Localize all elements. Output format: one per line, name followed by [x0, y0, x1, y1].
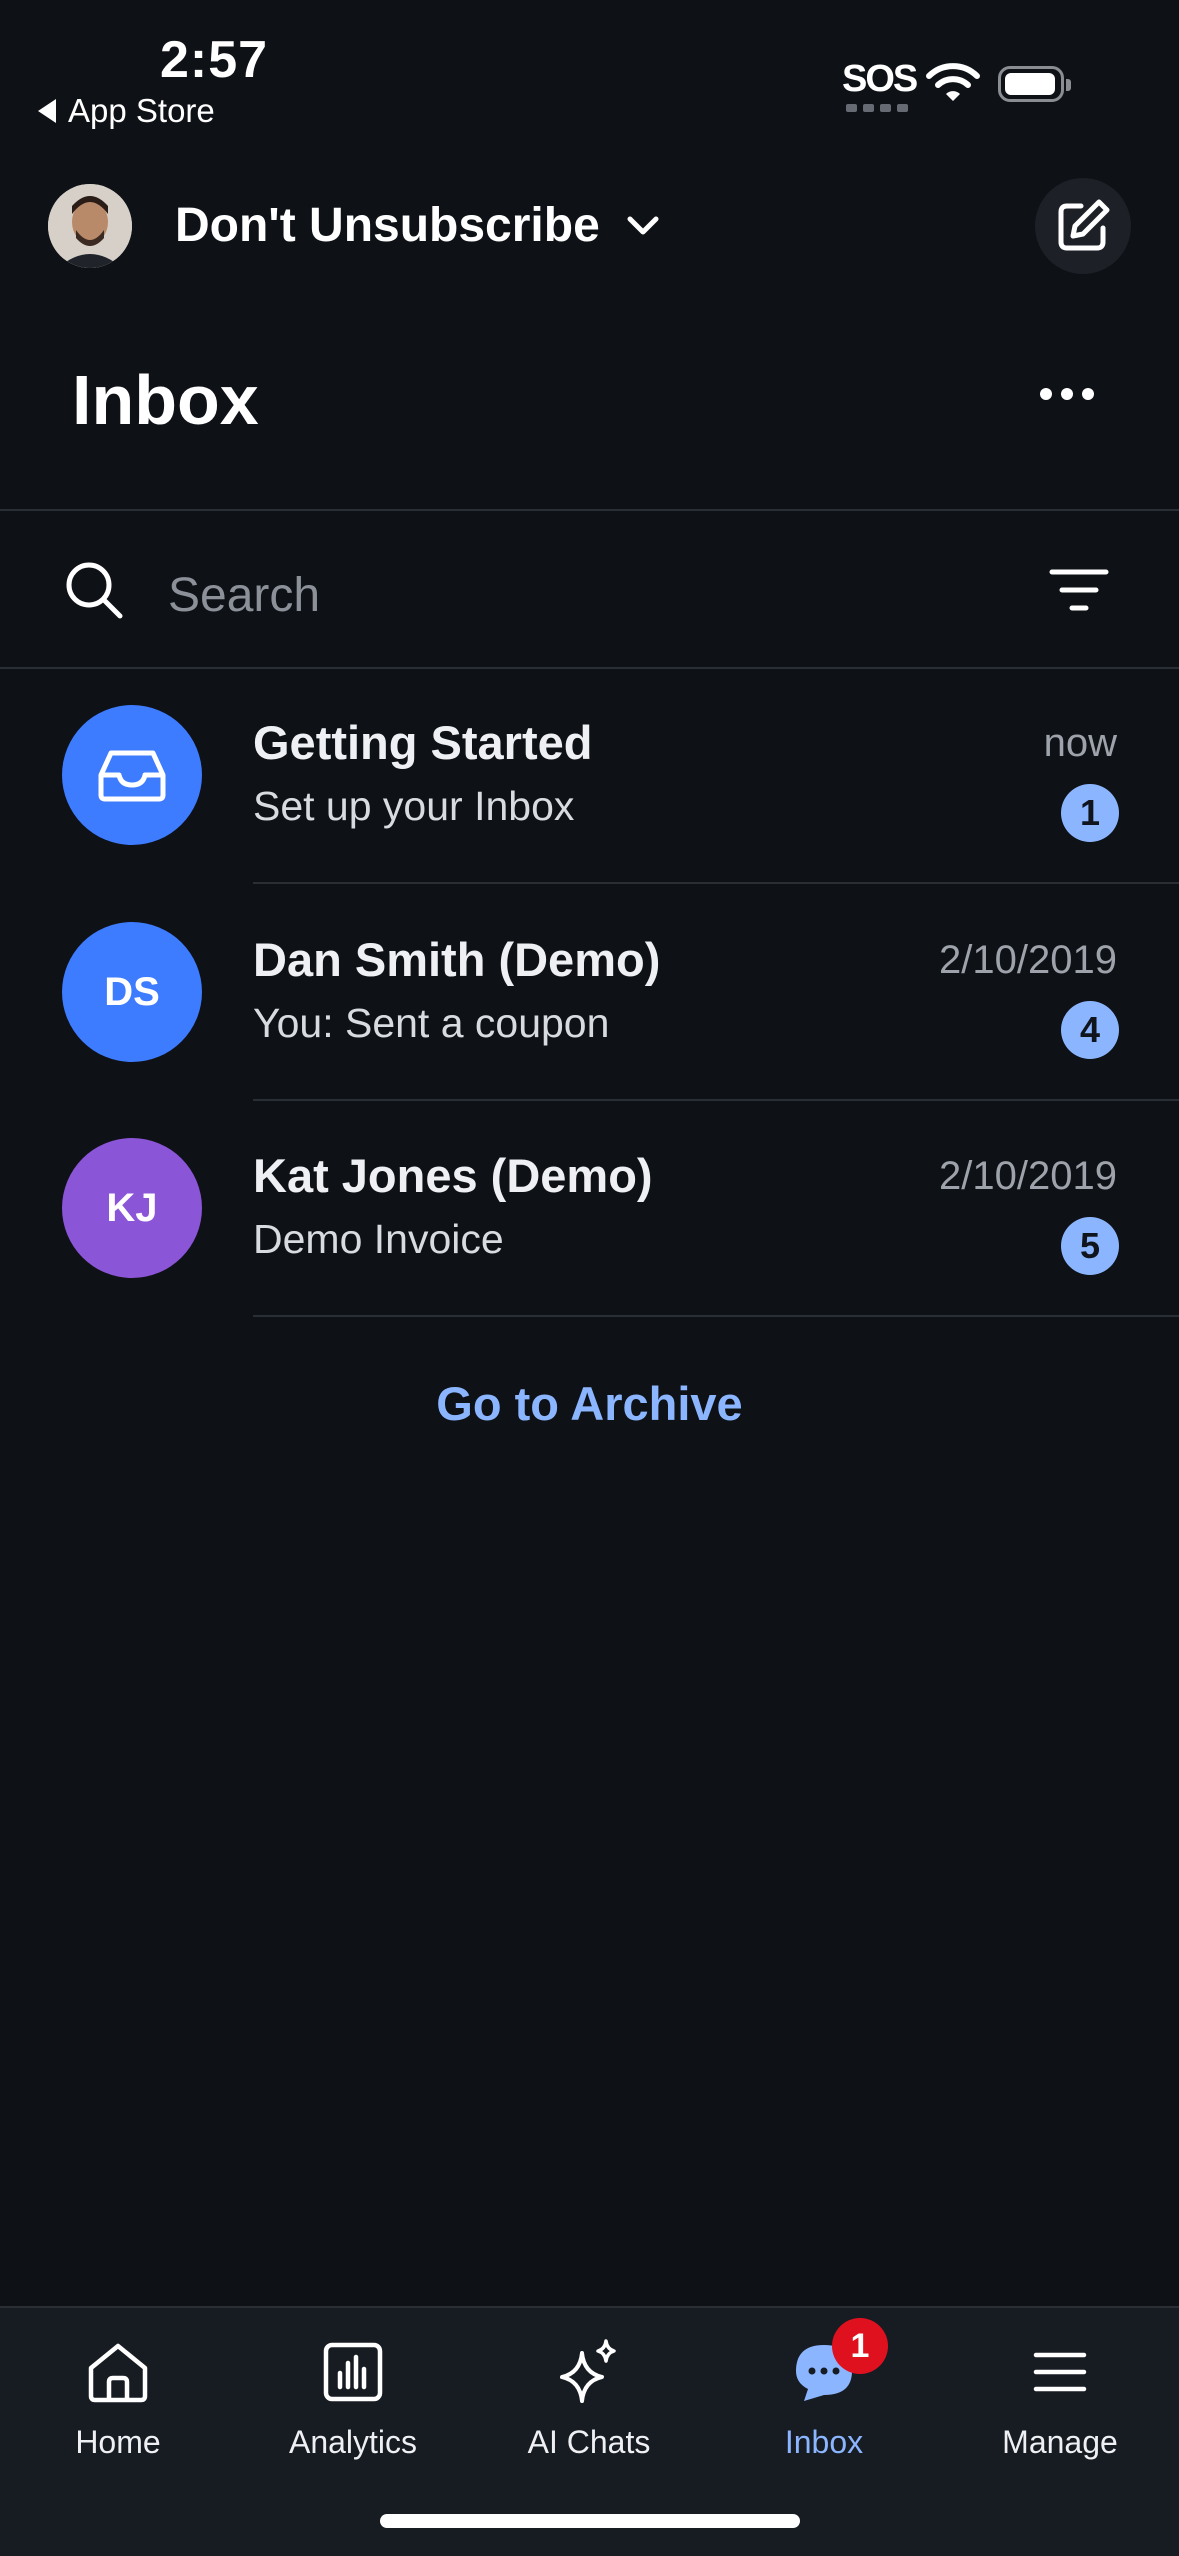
conversation-row-getting-started[interactable]: Getting Started Set up your Inbox now 1 — [0, 669, 1179, 884]
go-to-archive-link[interactable]: Go to Archive — [0, 1376, 1179, 1431]
nav-manage[interactable]: Manage — [960, 2334, 1160, 2461]
sparkle-icon — [560, 2339, 616, 2403]
row-divider — [253, 1315, 1179, 1317]
nav-label: Home — [75, 2424, 161, 2460]
nav-label: Manage — [1002, 2424, 1118, 2460]
more-dots-icon — [1040, 388, 1052, 400]
conversation-date: 2/10/2019 — [939, 938, 1117, 982]
search-icon — [66, 562, 123, 619]
conversation-name: Dan Smith (Demo) — [253, 933, 661, 986]
nav-ai-chats[interactable]: AI Chats — [489, 2334, 689, 2461]
conversation-name: Kat Jones (Demo) — [253, 1149, 653, 1202]
more-options-button[interactable] — [1040, 378, 1094, 410]
home-icon — [88, 2343, 148, 2403]
header-divider — [0, 509, 1179, 511]
wifi-icon — [926, 63, 980, 101]
profile-avatar[interactable] — [48, 184, 132, 268]
conversation-preview: You: Sent a coupon — [253, 1000, 610, 1046]
search-input[interactable] — [168, 560, 968, 630]
compose-icon — [1058, 199, 1110, 251]
inbox-tray-icon — [98, 750, 166, 802]
nav-label: Inbox — [784, 2424, 864, 2460]
row-divider — [253, 1099, 1179, 1101]
conversation-row-dan-smith[interactable]: DS Dan Smith (Demo) You: Sent a coupon 2… — [0, 886, 1179, 1101]
unread-badge: 1 — [1061, 784, 1119, 842]
home-indicator[interactable] — [380, 2514, 800, 2528]
conversation-avatar: DS — [62, 922, 202, 1062]
page-title: Inbox — [72, 361, 259, 439]
conversation-avatar: KJ — [62, 1138, 202, 1278]
chevron-down-icon — [627, 216, 659, 234]
conversation-preview: Set up your Inbox — [253, 783, 575, 829]
nav-label: AI Chats — [527, 2424, 651, 2460]
status-time: 2:57 — [160, 31, 269, 89]
back-to-app-store[interactable]: App Store — [38, 92, 215, 130]
site-name-label: Don't Unsubscribe — [175, 199, 600, 252]
filter-icon[interactable] — [1048, 566, 1110, 616]
site-selector[interactable]: Don't Unsubscribe — [175, 198, 660, 253]
nav-inbox[interactable]: 1 Inbox — [724, 2318, 924, 2461]
sos-indicator: SOS — [842, 58, 918, 100]
back-app-label: App Store — [68, 92, 215, 129]
nav-home[interactable]: Home — [18, 2334, 218, 2461]
signal-dots — [846, 104, 908, 112]
analytics-icon — [323, 2342, 383, 2402]
unread-badge: 5 — [1061, 1217, 1119, 1275]
conversation-date: now — [1043, 721, 1117, 765]
menu-icon — [1033, 2352, 1087, 2392]
inbox-notification-badge: 1 — [832, 2318, 888, 2374]
back-triangle-icon — [38, 99, 56, 123]
compose-button[interactable] — [1035, 178, 1131, 274]
conversation-row-kat-jones[interactable]: KJ Kat Jones (Demo) Demo Invoice 2/10/20… — [0, 1102, 1179, 1317]
conversation-date: 2/10/2019 — [939, 1154, 1117, 1198]
nav-label: Analytics — [288, 2424, 418, 2460]
conversation-avatar — [62, 705, 202, 845]
conversation-preview: Demo Invoice — [253, 1216, 504, 1262]
unread-badge: 4 — [1061, 1001, 1119, 1059]
conversation-name: Getting Started — [253, 716, 593, 769]
row-divider — [253, 882, 1179, 884]
battery-icon — [998, 66, 1071, 102]
nav-analytics[interactable]: Analytics — [253, 2334, 453, 2461]
